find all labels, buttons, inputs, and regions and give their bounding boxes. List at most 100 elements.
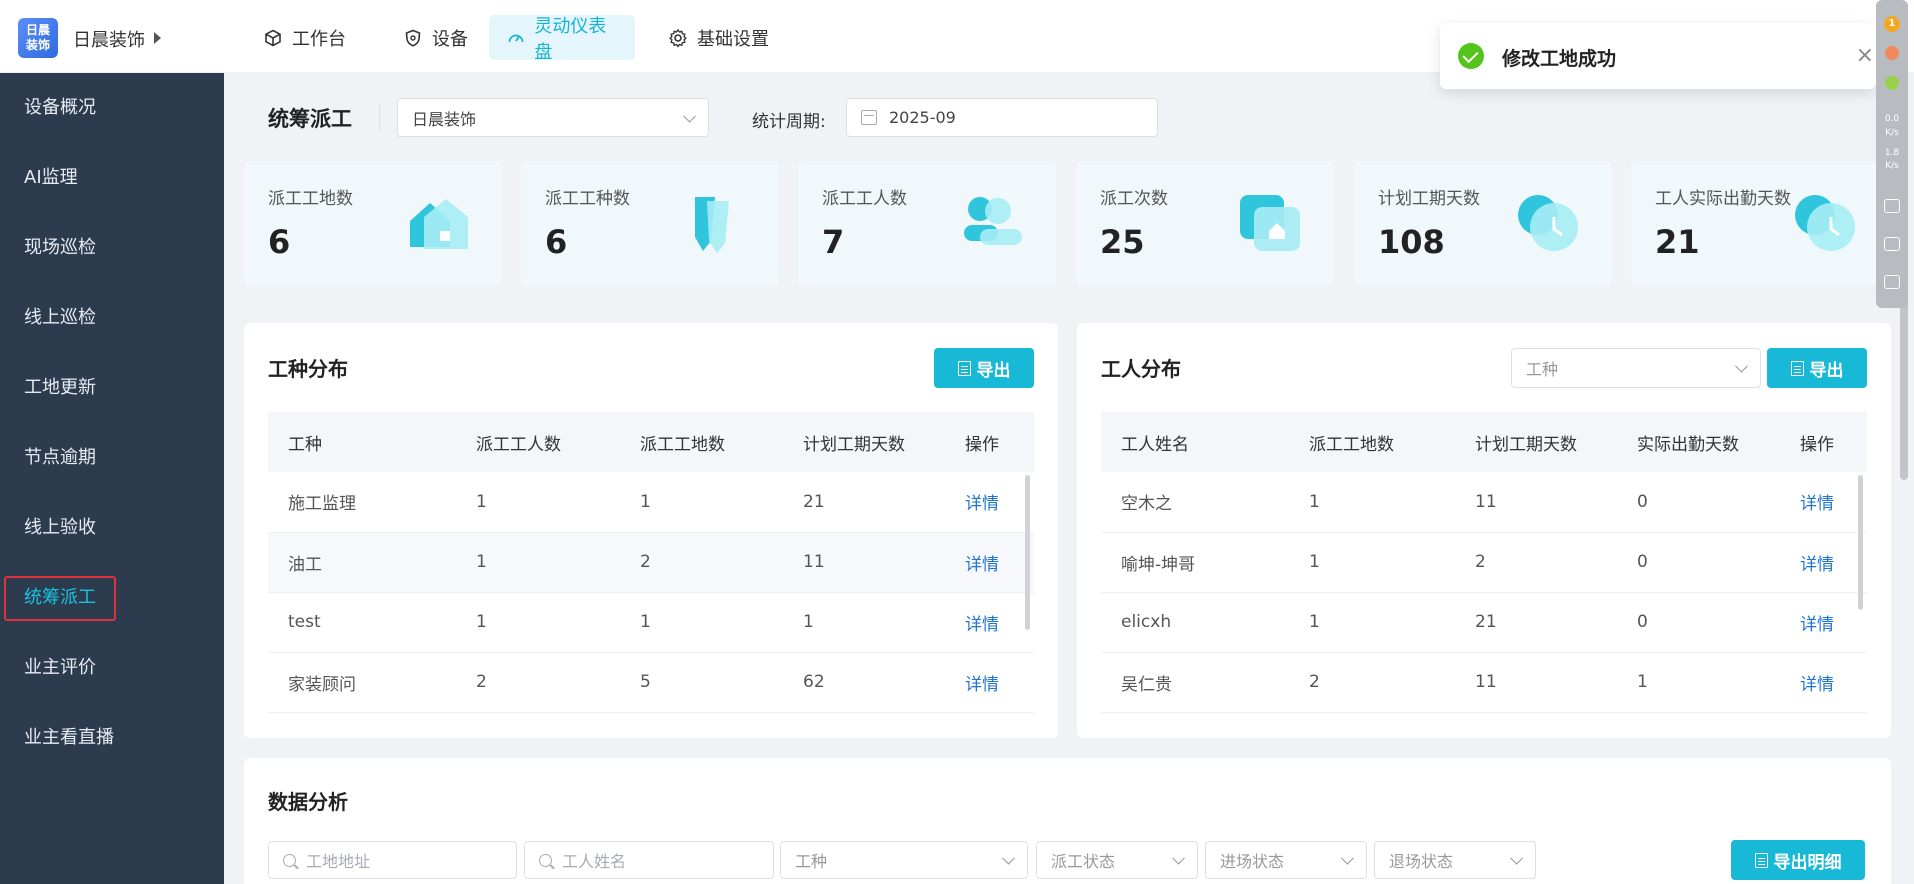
trade-export-button[interactable]: 导出 [934, 348, 1034, 388]
column-header: 操作 [945, 412, 1034, 472]
detail-link[interactable]: 详情 [1780, 652, 1867, 713]
chevron-down-icon [1735, 359, 1748, 373]
necktie-icon [695, 197, 729, 253]
trade-filter-select[interactable]: 工种 [1511, 348, 1761, 388]
upload-speed-unit: K/s [1885, 128, 1899, 138]
cell: elicxh [1101, 592, 1289, 653]
column-header: 派工工地数 [620, 412, 783, 472]
house-icon [410, 199, 468, 249]
table-row: 喻坤-坤哥 1 2 0 详情 [1101, 532, 1867, 593]
battery-icon [1885, 76, 1899, 90]
nav-dashboard[interactable]: 灵动仪表盘 [489, 15, 635, 63]
entry-status-select[interactable]: 进场状态 [1205, 841, 1367, 879]
detail-link[interactable]: 详情 [945, 532, 1034, 593]
button-label: 导出 [1809, 360, 1844, 381]
cell: 家装顾问 [268, 652, 456, 713]
cell: 喻坤-坤哥 [1101, 532, 1289, 593]
detail-link[interactable]: 详情 [945, 652, 1034, 713]
detail-link[interactable]: 详情 [1780, 592, 1867, 653]
cell: 5 [620, 652, 783, 713]
cube-icon [263, 28, 283, 48]
cell: 1 [620, 472, 783, 533]
nav-workbench[interactable]: 工作台 [245, 15, 364, 60]
table-row: 家装顾问 2 5 62 详情 [268, 652, 1034, 713]
detail-link[interactable]: 详情 [1780, 472, 1867, 533]
trade-select[interactable]: 工种 [780, 841, 1028, 879]
nav-settings[interactable]: 基础设置 [650, 15, 787, 60]
trade-distribution-panel: 工种分布 导出 工种 派工工人数 派工工地数 计划工期天数 操作 施工监理 1 … [244, 323, 1058, 738]
stat-card-planned-days: 计划工期天数 108 [1354, 161, 1612, 286]
worker-export-button[interactable]: 导出 [1767, 348, 1867, 388]
select-placeholder: 进场状态 [1220, 852, 1285, 871]
sidebar-item-ai-supervision[interactable]: AI监理 [24, 163, 78, 193]
close-icon[interactable]: × [1856, 43, 1874, 68]
cell: 11 [1455, 472, 1617, 533]
stat-value: 7 [822, 223, 845, 261]
column-header: 工人姓名 [1101, 412, 1289, 472]
nav-label: 基础设置 [697, 28, 769, 50]
table-scrollbar[interactable] [1858, 475, 1863, 610]
screenshot-icon[interactable] [1884, 275, 1900, 289]
sidebar-item-site-inspection[interactable]: 现场巡检 [24, 233, 96, 263]
detail-link[interactable]: 详情 [945, 472, 1034, 533]
sidebar-item-online-inspection[interactable]: 线上巡检 [24, 303, 96, 333]
stat-value: 25 [1100, 223, 1145, 261]
table-row: 空木之 1 11 0 详情 [1101, 472, 1867, 533]
dispatch-status-select[interactable]: 派工状态 [1036, 841, 1198, 879]
export-detail-button[interactable]: 导出明细 [1731, 840, 1865, 880]
select-placeholder: 派工状态 [1051, 852, 1116, 871]
stat-label: 派工工人数 [822, 189, 907, 209]
document-icon [1754, 852, 1768, 868]
caret-right-icon[interactable] [154, 32, 161, 44]
cell: test [268, 592, 456, 653]
column-header: 操作 [1780, 412, 1867, 472]
sidebar-item-site-updates[interactable]: 工地更新 [24, 373, 96, 403]
detail-link[interactable]: 详情 [1780, 532, 1867, 593]
check-circle-icon [1458, 43, 1484, 69]
company-switcher[interactable]: 日晨装饰 [73, 26, 145, 52]
table-header-row: 工人姓名 派工工地数 计划工期天数 实际出勤天数 操作 [1101, 412, 1867, 472]
sidebar-item-node-overdue[interactable]: 节点逾期 [24, 443, 96, 473]
sidebar-item-owner-live[interactable]: 业主看直播 [24, 723, 114, 753]
period-value: 2025-09 [889, 108, 956, 127]
table-row: elicxh 1 21 0 详情 [1101, 592, 1867, 653]
table-row: test 1 1 1 详情 [268, 592, 1034, 653]
cell: 1 [1617, 652, 1780, 713]
cell: 1 [456, 532, 620, 593]
worker-name-search-input[interactable]: 工人姓名 [524, 841, 774, 879]
document-icon [957, 360, 971, 376]
panel-title: 工人分布 [1101, 357, 1181, 381]
table-scrollbar[interactable] [1025, 475, 1030, 630]
clock-icon [1795, 195, 1855, 251]
sidebar-item-owner-review[interactable]: 业主评价 [24, 653, 96, 683]
table-row: 吴仁贵 2 11 1 详情 [1101, 652, 1867, 713]
cell: 11 [783, 532, 945, 593]
input-placeholder: 工人姓名 [562, 852, 627, 871]
cell: 1 [1289, 472, 1455, 533]
cell: 空木之 [1101, 472, 1289, 533]
notification-badge[interactable]: 1 [1884, 16, 1900, 32]
detail-link[interactable]: 详情 [945, 592, 1034, 653]
cell: 1 [1289, 592, 1455, 653]
search-icon [539, 853, 552, 867]
nav-devices[interactable]: 设备 [385, 15, 486, 60]
crop-icon[interactable] [1884, 237, 1900, 251]
download-speed: 1.8 [1884, 148, 1900, 158]
shield-icon [403, 28, 423, 48]
site-address-search-input[interactable]: 工地地址 [268, 841, 517, 879]
cell: 2 [1455, 532, 1617, 593]
stat-value: 108 [1378, 223, 1445, 261]
chat-icon[interactable] [1884, 199, 1900, 213]
sidebar-item-online-acceptance[interactable]: 线上验收 [24, 513, 96, 543]
cell: 1 [1289, 532, 1455, 593]
company-select[interactable]: 日晨装饰 [397, 98, 709, 137]
nav-label: 灵动仪表盘 [534, 15, 607, 63]
cell: 11 [1455, 652, 1617, 713]
stat-card-dispatches: 派工次数 25 [1076, 161, 1334, 286]
column-header: 派工工地数 [1289, 412, 1455, 472]
stat-value: 6 [545, 223, 568, 261]
period-picker[interactable]: 2025-09 [846, 98, 1158, 137]
table-header-row: 工种 派工工人数 派工工地数 计划工期天数 操作 [268, 412, 1034, 472]
sidebar-item-device-overview[interactable]: 设备概况 [24, 93, 96, 123]
exit-status-select[interactable]: 退场状态 [1374, 841, 1536, 879]
